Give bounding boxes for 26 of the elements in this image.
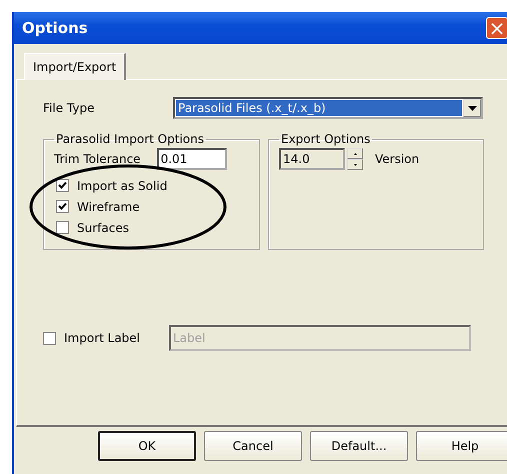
dialog-button[interactable]: Cancel <box>204 431 302 461</box>
window-title: Options <box>22 19 88 37</box>
dialog-button[interactable]: Help <box>416 431 507 461</box>
version-label: Version <box>375 152 420 166</box>
down-arrow-icon <box>354 164 356 166</box>
file-type-dropdown[interactable]: Parasolid Files (.x_t/.x_b) <box>173 97 483 119</box>
field-label: File Type <box>43 101 96 115</box>
spin-up-button[interactable] <box>347 148 363 159</box>
checkbox-label: Surfaces <box>77 220 129 234</box>
spin-down-button[interactable] <box>347 159 363 170</box>
checkbox-label: Import as Solid <box>77 178 168 192</box>
checkbox[interactable] <box>56 200 69 213</box>
group-title: Parasolid Import Options <box>55 132 205 146</box>
up-arrow-icon <box>354 152 356 154</box>
field-label: Trim Tolerance <box>54 152 141 166</box>
version-field[interactable]: 14.0 <box>279 148 345 170</box>
dialog-button[interactable]: OK <box>98 431 196 461</box>
tab[interactable]: Import/Export <box>24 53 126 80</box>
checkbox-label: Wireframe <box>77 200 140 214</box>
dialog-button[interactable]: Default... <box>310 431 408 461</box>
checkbox-label: Import Label <box>64 331 142 345</box>
checkbox[interactable] <box>56 179 69 192</box>
close-button[interactable]: × <box>486 17 507 39</box>
group-title: Export Options <box>280 132 372 146</box>
trim-tolerance-field[interactable]: 0.01 <box>156 148 227 170</box>
checkbox[interactable] <box>56 221 69 234</box>
